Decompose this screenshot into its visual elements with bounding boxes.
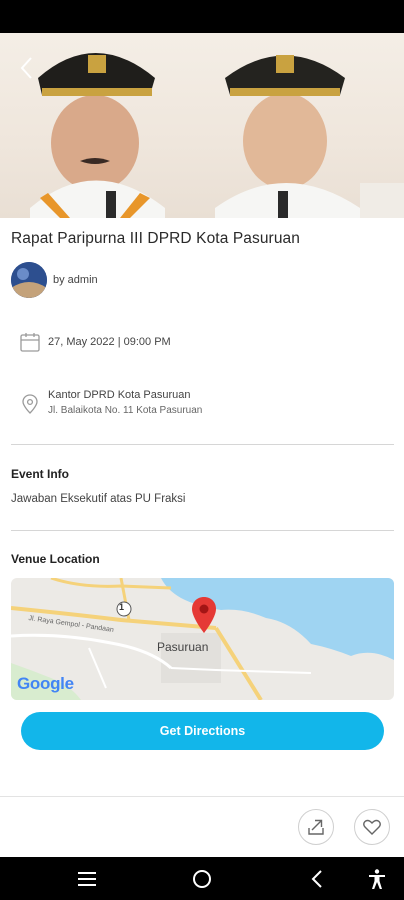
officials-photo bbox=[30, 53, 404, 218]
divider bbox=[11, 530, 394, 531]
share-button[interactable] bbox=[298, 809, 334, 845]
author-row: by admin bbox=[11, 262, 98, 298]
venue-location-heading: Venue Location bbox=[11, 552, 100, 566]
map-route-badge: 1 bbox=[119, 602, 125, 612]
accessibility-icon bbox=[369, 869, 385, 889]
event-datetime: 27, May 2022 | 09:00 PM bbox=[48, 336, 171, 348]
system-nav-bar bbox=[0, 857, 404, 900]
nav-home-button[interactable] bbox=[191, 868, 213, 890]
nav-accessibility-button[interactable] bbox=[366, 868, 388, 890]
calendar-icon bbox=[20, 333, 40, 352]
nav-back-button[interactable] bbox=[307, 868, 329, 890]
location-pin-icon bbox=[22, 394, 38, 414]
status-bar bbox=[0, 0, 404, 33]
get-directions-button[interactable]: Get Directions bbox=[21, 712, 384, 750]
event-banner-image bbox=[0, 33, 404, 218]
home-circle-icon bbox=[193, 870, 211, 888]
back-arrow-icon bbox=[311, 870, 322, 888]
menu-icon bbox=[78, 872, 96, 886]
heart-icon bbox=[363, 819, 381, 835]
avatar bbox=[11, 262, 47, 298]
map-city-label: Pasuruan bbox=[157, 640, 209, 654]
back-button[interactable] bbox=[14, 53, 40, 83]
nav-menu-button[interactable] bbox=[76, 868, 98, 890]
event-info-heading: Event Info bbox=[11, 467, 70, 481]
venue-map[interactable]: 1 Jl. Raya Gempol - Pandaan Pasuruan Goo… bbox=[11, 578, 394, 700]
divider bbox=[11, 444, 394, 445]
favorite-button[interactable] bbox=[354, 809, 390, 845]
venue-row bbox=[19, 393, 41, 415]
event-title: Rapat Paripurna III DPRD Kota Pasuruan bbox=[11, 230, 300, 247]
venue-name: Kantor DPRD Kota Pasuruan bbox=[48, 389, 191, 401]
chevron-left-icon bbox=[20, 57, 32, 79]
venue-address: Jl. Balaikota No. 11 Kota Pasuruan bbox=[48, 405, 203, 416]
event-info-description: Jawaban Eksekutif atas PU Fraksi bbox=[11, 493, 186, 505]
author-label: by admin bbox=[53, 274, 98, 286]
map-pin-icon bbox=[192, 597, 216, 633]
google-logo: Google bbox=[17, 674, 74, 693]
divider bbox=[0, 796, 404, 797]
date-row bbox=[19, 331, 41, 353]
share-icon bbox=[308, 819, 324, 835]
